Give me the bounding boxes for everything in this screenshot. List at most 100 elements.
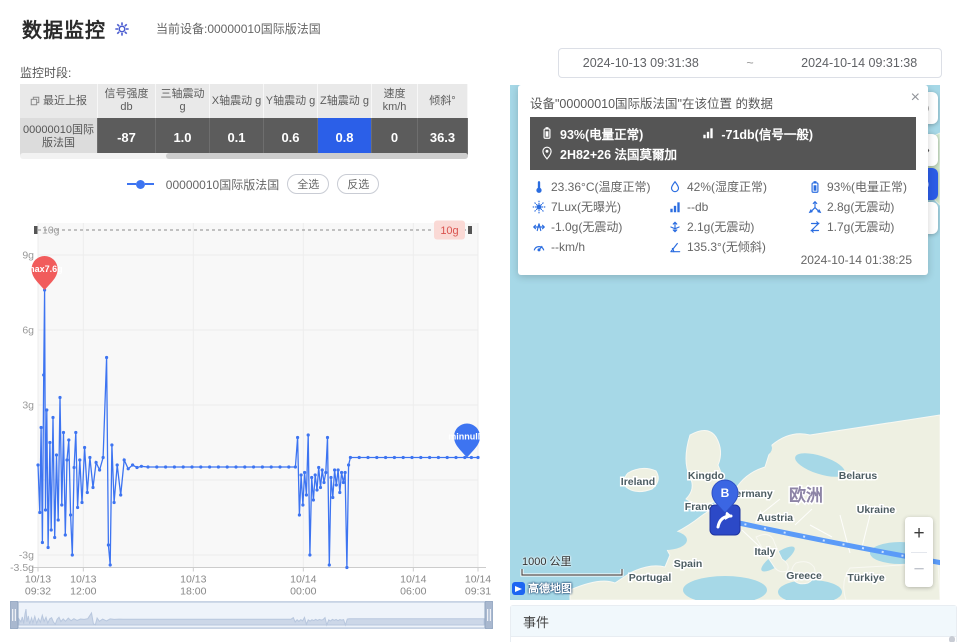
col-x-vibration: X轴震动 g xyxy=(210,84,264,118)
popup-signal-text: -71db(信号一般) xyxy=(721,124,813,143)
page: 数据监控 当前设备:00000010国际版法国 监控时段: 最近上报 信号强度 … xyxy=(0,0,965,642)
page-header: 数据监控 当前设备:00000010国际版法国 xyxy=(22,14,321,43)
y-tick-label: -3g xyxy=(19,550,34,562)
chart-plot-area xyxy=(38,223,478,568)
current-device-label: 当前设备:00000010国际版法国 xyxy=(156,20,321,37)
legend-series-label[interactable]: 00000010国际版法国 xyxy=(166,176,279,193)
cell-x-vibration: 0.1 xyxy=(210,118,264,156)
x-tick-label: 12:00 xyxy=(70,586,96,598)
col-signal: 信号强度 db xyxy=(98,84,156,118)
speed-icon xyxy=(532,240,546,254)
select-all-button[interactable]: 全选 xyxy=(287,174,329,194)
copy-icon xyxy=(30,96,40,106)
events-panel-header[interactable]: 事件 xyxy=(511,606,956,637)
signal-icon xyxy=(668,200,682,214)
popup-location-text: 2H82+26 法国莫爾加 xyxy=(560,144,677,163)
amap-logo-text: 高德地图 xyxy=(528,580,572,596)
amap-map[interactable]: Greenland SeaBarents SeaIrelandKingdoGer… xyxy=(510,85,940,600)
zoom-in-button[interactable]: + xyxy=(905,517,933,552)
amap-logo-icon xyxy=(512,582,525,595)
stat-humidity: 42%(湿度正常) xyxy=(668,178,808,195)
zoom-out-button[interactable]: − xyxy=(905,553,933,588)
three-axis-vibration-icon xyxy=(808,200,822,214)
stat-speed: --km/h xyxy=(532,238,668,255)
y-tick-label: 6g xyxy=(22,325,34,337)
stat-light: 7Lux(无曝光) xyxy=(532,198,668,215)
events-panel: 事件 xyxy=(510,605,957,642)
x-tick-label: 09:32 xyxy=(25,586,51,598)
invert-select-button[interactable]: 反选 xyxy=(337,174,379,194)
tilt-icon xyxy=(668,240,682,254)
temperature-icon xyxy=(532,180,546,194)
stat-battery: 93%(电量正常) xyxy=(808,178,928,195)
map-zoom-control: + − xyxy=(905,517,933,587)
page-title: 数据监控 xyxy=(22,14,106,43)
popup-summary-bar: 93%(电量正常) -71db(信号一般) 2H82+26 法国莫爾加 xyxy=(530,117,916,170)
map-country-label: Ireland xyxy=(621,476,655,488)
popup-close-icon[interactable]: × xyxy=(911,91,920,105)
chart-datazoom-slider[interactable] xyxy=(10,601,493,629)
x-axis-vibration-icon xyxy=(532,220,546,234)
map-country-label: Kingdo xyxy=(688,470,724,482)
cell-z-vibration: 0.8 xyxy=(318,118,372,156)
cell-speed: 0 xyxy=(372,118,418,156)
device-location-popup: 设备"00000010国际版法国"在该位置 的数据 × 93%(电量正常) -7… xyxy=(518,85,928,275)
svg-text:minnullg: minnullg xyxy=(448,432,486,442)
cell-tilt: 36.3 xyxy=(418,118,468,156)
table-header-row: 最近上报 信号强度 db 三轴震动 g X轴震动 g Y轴震动 g Z轴震动 g… xyxy=(20,84,468,118)
date-start-value[interactable]: 2024-10-13 09:31:38 xyxy=(583,56,699,70)
svg-text:B: B xyxy=(721,486,730,500)
table-scrollbar-thumb[interactable] xyxy=(166,153,468,159)
x-tick-label: 10/14 xyxy=(465,574,491,586)
stat-tilt: 135.3°(无倾斜) xyxy=(668,238,808,255)
cell-y-vibration: 0.6 xyxy=(264,118,318,156)
battery-icon xyxy=(540,126,554,140)
y-tick-label: -3.5g xyxy=(10,562,34,574)
map-country-label: Italy xyxy=(754,546,775,558)
x-tick-label: 09:31 xyxy=(465,586,491,598)
popup-title: 设备"00000010国际版法国"在该位置 的数据 xyxy=(518,85,928,117)
stat-temperature: 23.36°C(温度正常) xyxy=(532,178,668,195)
map-country-label: Türkiye xyxy=(847,572,885,584)
x-tick-label: 10/14 xyxy=(290,574,316,586)
map-country-label: Greece xyxy=(786,570,822,582)
humidity-icon xyxy=(668,180,682,194)
stat-x-axis-vibration: -1.0g(无震动) xyxy=(532,218,668,235)
legend-series-marker[interactable] xyxy=(127,180,154,189)
x-tick-label: 10/13 xyxy=(25,574,51,586)
stat-y-axis-vibration: 2.1g(无震动) xyxy=(668,218,808,235)
x-tick-label: 10/13 xyxy=(180,574,206,586)
stat-three-axis-vibration: 2.8g(无震动) xyxy=(808,198,928,215)
datazoom-handle-right[interactable] xyxy=(485,601,493,629)
gear-icon[interactable] xyxy=(114,21,130,37)
date-range-separator: ~ xyxy=(746,56,753,70)
device-data-table: 最近上报 信号强度 db 三轴震动 g X轴震动 g Y轴震动 g Z轴震动 g… xyxy=(20,84,468,156)
col-tilt: 倾斜° xyxy=(418,84,468,118)
map-region-label: 欧洲 xyxy=(789,485,823,505)
table-data-row: 00000010国际版法国 -87 1.0 0.1 0.6 0.8 0 36.3 xyxy=(20,118,468,156)
col-y-vibration: Y轴震动 g xyxy=(264,84,318,118)
x-tick-label: 00:00 xyxy=(290,586,316,598)
popup-stats-grid: 23.36°C(温度正常)42%(湿度正常)93%(电量正常) 7Lux(无曝光)… xyxy=(518,170,928,255)
monitor-period-label: 监控时段: xyxy=(20,64,71,81)
y-axis-vibration-icon xyxy=(668,220,682,234)
map-country-label: Austria xyxy=(757,512,793,524)
markline-left-label: 10g xyxy=(42,225,60,237)
date-end-value[interactable]: 2024-10-14 09:31:38 xyxy=(801,56,917,70)
events-scrollbar-thumb[interactable] xyxy=(949,636,955,642)
date-range-picker[interactable]: 2024-10-13 09:31:38 ~ 2024-10-14 09:31:3… xyxy=(558,48,942,78)
datazoom-handle-left[interactable] xyxy=(10,601,18,629)
col-latest-report: 最近上报 xyxy=(20,84,98,118)
stat-z-axis-vibration: 1.7g(无震动) xyxy=(808,218,928,235)
table-scrollbar[interactable] xyxy=(20,153,468,159)
cell-device-name: 00000010国际版法国 xyxy=(20,118,98,156)
vibration-line-chart[interactable]: 9g6g3g-3g-3.5g10/1309:3210/1312:0010/131… xyxy=(6,215,500,598)
chart-legend: 00000010国际版法国 全选 反选 xyxy=(8,174,498,194)
stat-signal: --db xyxy=(668,198,808,215)
map-country-label: Spain xyxy=(674,558,703,570)
light-icon xyxy=(532,200,546,214)
map-country-label: Portugal xyxy=(629,572,672,584)
x-tick-label: 10/14 xyxy=(400,574,426,586)
x-tick-label: 06:00 xyxy=(400,586,426,598)
cell-3axis-vibration: 1.0 xyxy=(156,118,210,156)
